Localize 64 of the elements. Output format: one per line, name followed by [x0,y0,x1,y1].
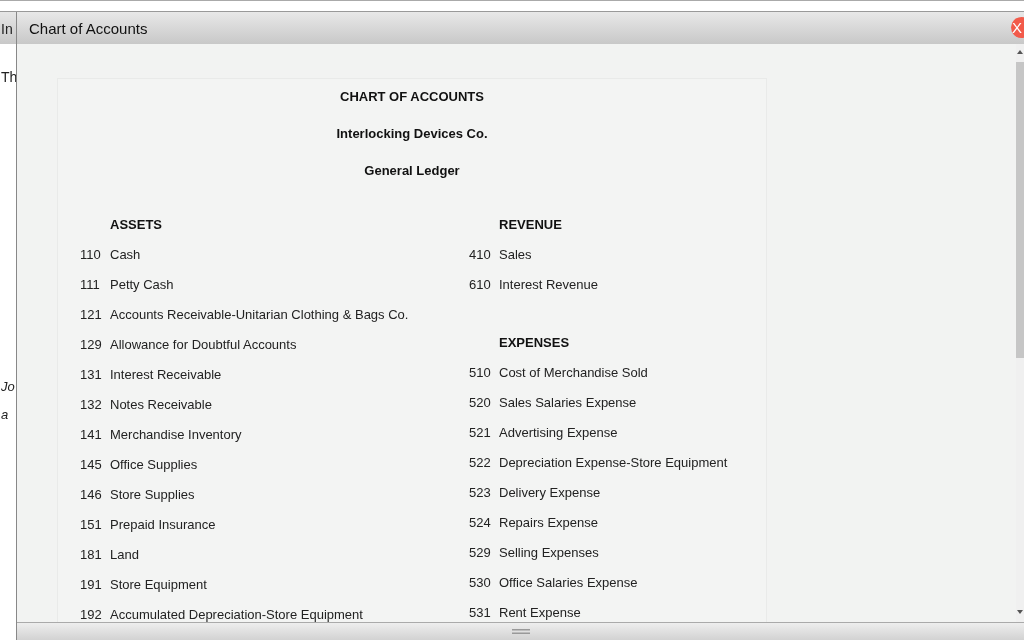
account-name: Office Salaries Expense [499,575,638,592]
background-text: In [1,21,13,37]
account-number: 530 [469,575,492,592]
account-name: Interest Revenue [499,277,598,294]
account-number: 181 [80,547,103,564]
grip-icon[interactable] [511,629,530,634]
account-number: 132 [80,397,103,414]
close-button[interactable]: X [1011,17,1024,38]
section-heading: REVENUE [498,217,563,234]
account-number: 510 [469,365,492,382]
scroll-up-icon[interactable] [1017,50,1023,54]
account-number: 141 [80,427,103,444]
account-name: Sales [499,247,532,264]
account-name: Store Equipment [110,577,207,594]
account-number: 524 [469,515,492,532]
account-number: 521 [469,425,492,442]
account-number: 610 [469,277,492,294]
account-name: Depreciation Expense-Store Equipment [499,455,728,472]
account-number: 111 [80,277,101,294]
account-name: Cost of Merchandise Sold [499,365,648,382]
scroll-down-icon[interactable] [1017,610,1023,614]
account-name: Merchandise Inventory [110,427,242,444]
account-name: Cash [110,247,141,264]
account-number: 191 [80,577,103,594]
account-number: 131 [80,367,103,384]
account-name: Repairs Expense [499,515,598,532]
account-name: Land [110,547,139,564]
account-number: 520 [469,395,492,412]
account-number: 145 [80,457,103,474]
account-name: Accounts Receivable-Unitarian Clothing & Bags Co. [110,307,409,324]
account-name: Prepaid Insurance [110,517,216,534]
scrollbar-thumb[interactable] [1016,62,1024,358]
account-number: 522 [469,455,492,472]
account-name: Delivery Expense [499,485,601,502]
document-title: CHART OF ACCOUNTS [339,89,485,106]
section-heading: ASSETS [109,217,163,234]
account-number: 531 [469,605,492,622]
account-name: Advertising Expense [499,425,618,442]
account-name: Office Supplies [110,457,198,474]
account-number: 151 [80,517,103,534]
account-number: 146 [80,487,103,504]
background-text: Th [1,69,16,85]
account-name: Accumulated Depreciation-Store Equipment [110,607,363,622]
account-name: Interest Receivable [110,367,222,384]
background-text: a [1,407,9,422]
account-number: 529 [469,545,492,562]
account-number: 129 [80,337,103,354]
account-name: Selling Expenses [499,545,599,562]
company-name: Interlocking Devices Co. [335,126,489,143]
background-text: Jo [1,379,15,394]
account-name: Sales Salaries Expense [499,395,637,412]
account-name: Store Supplies [110,487,195,504]
section-heading: EXPENSES [498,335,571,352]
account-name: Notes Receivable [110,397,212,414]
account-number: 192 [80,607,103,622]
account-name: Rent Expense [499,605,581,622]
account-number: 523 [469,485,492,502]
account-number: 110 [80,247,102,264]
account-name: Allowance for Doubtful Accounts [110,337,297,354]
account-number: 410 [469,247,492,264]
account-number: 121 [80,307,103,324]
ledger-title: General Ledger [363,163,461,180]
window-title: Chart of Accounts [29,19,148,37]
account-name: Petty Cash [110,277,174,294]
